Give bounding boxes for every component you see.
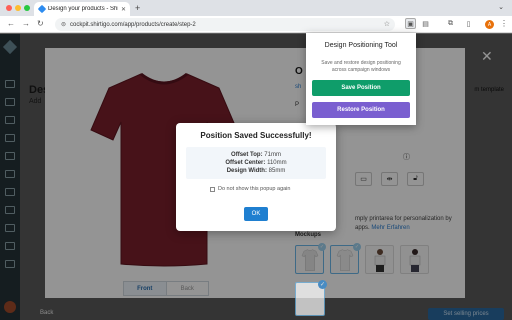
offset-top-row: Offset Top: 71mm [231,152,281,158]
save-position-button[interactable]: Save Position [312,80,410,96]
minimize-window-button[interactable] [15,5,21,11]
side-panel-icon[interactable]: ▯ [463,18,474,29]
forward-arrow-icon[interactable]: → [22,19,30,28]
address-bar[interactable]: ⊜ cockpit.shirtigo.com/app/products/crea… [55,18,395,31]
design-width-row: Design Width: 85mm [226,168,286,174]
dialog-title: Position Saved Successfully! [200,131,312,140]
extensions-puzzle-icon[interactable]: ⧉ [445,18,456,29]
browser-toolbar: ← → ↻ ⊜ cockpit.shirtigo.com/app/product… [0,16,512,33]
tab-close-icon[interactable]: ✕ [121,6,130,13]
checkbox-box[interactable] [210,186,215,192]
check-icon: ✓ [318,280,327,289]
position-saved-dialog: Position Saved Successfully! Offset Top:… [176,123,336,231]
browser-tab[interactable]: Design your products - Shirt ✕ [34,2,130,16]
maximize-window-button[interactable] [24,5,30,11]
window-controls [6,5,30,11]
bookmark-star-icon[interactable]: ☆ [384,20,390,28]
position-details: Offset Top: 71mm Offset Center: 110mm De… [186,147,326,179]
design-tool-extension-icon[interactable]: ▣ [405,18,416,29]
checkbox-label: Do not show this popup again [218,186,291,192]
ok-button[interactable]: OK [244,207,268,221]
dont-show-again-checkbox[interactable]: Do not show this popup again [210,186,290,192]
profile-avatar[interactable]: A [485,20,494,29]
browser-tabbar: Design your products - Shirt ✕ + ⌄ [0,0,512,16]
extension-title: Design Positioning Tool [324,42,398,49]
favicon-icon [37,4,47,14]
extension-description: Save and restore design positioning acro… [321,60,401,73]
back-arrow-icon[interactable]: ← [7,19,15,28]
reload-icon[interactable]: ↻ [37,19,44,28]
browser-menu-icon[interactable]: ⋮ [500,19,508,28]
restore-position-button[interactable]: Restore Position [312,102,410,118]
tab-title: Design your products - Shirt [48,6,118,12]
close-window-button[interactable] [6,5,12,11]
new-tab-button[interactable]: + [135,3,140,13]
selected-mockup-thumbnail[interactable]: ✓ [295,280,327,316]
tab-search-chevron-icon[interactable]: ⌄ [498,3,504,11]
offset-center-row: Offset Center: 110mm [225,160,287,166]
extension-icon[interactable]: ▤ [420,18,431,29]
extension-popup: Design Positioning Tool Save and restore… [306,33,416,125]
url-text: cockpit.shirtigo.com/app/products/create… [70,21,196,28]
site-info-icon[interactable]: ⊜ [61,21,66,28]
